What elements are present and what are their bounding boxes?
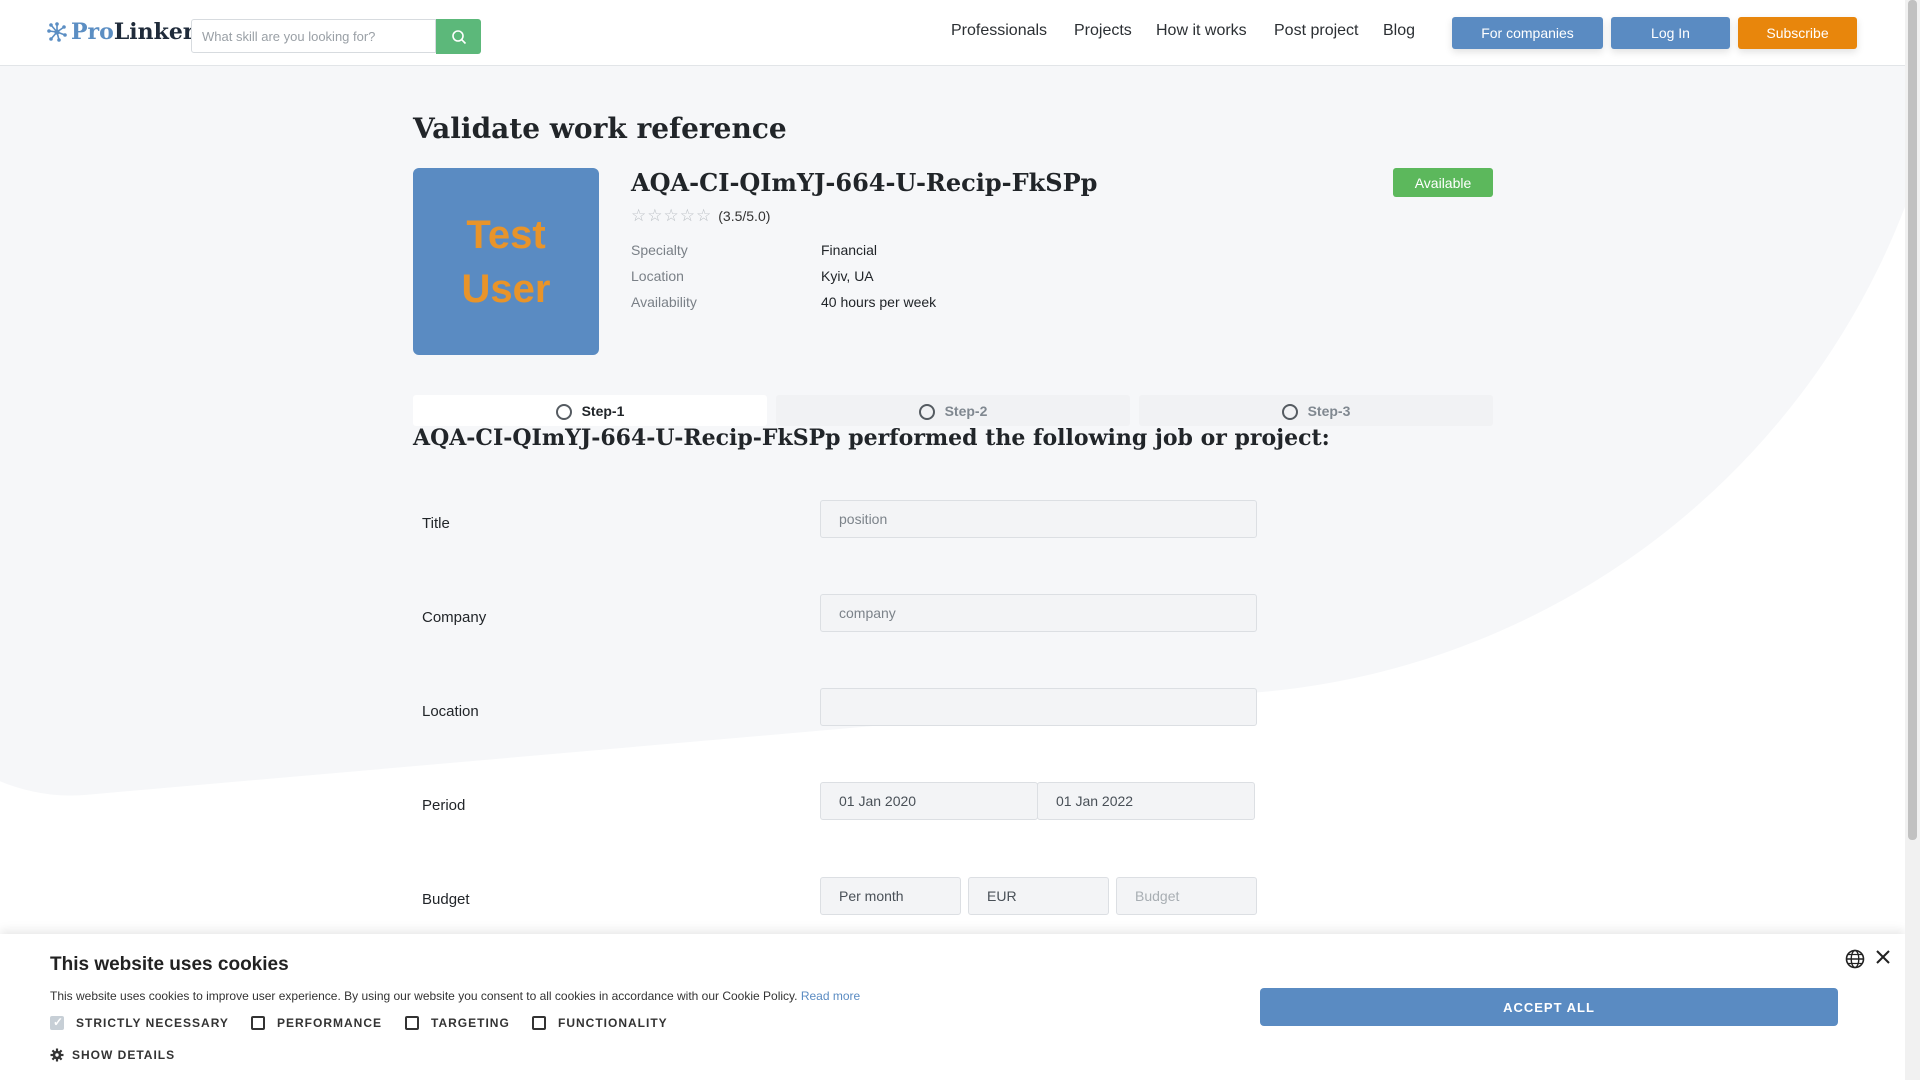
period-field-label: Period <box>422 797 466 814</box>
avatar: Test User <box>413 168 599 355</box>
skill-search-input[interactable] <box>191 19 436 53</box>
cookie-text: This website uses cookies to improve use… <box>50 989 860 1003</box>
radio-circle-icon <box>918 404 935 420</box>
cookie-option-functionality[interactable]: FUNCTIONALITY <box>532 1016 668 1030</box>
location-label: Location <box>631 268 684 284</box>
checkbox <box>251 1016 265 1030</box>
avatar-text-line-2: User <box>461 266 551 311</box>
star-icon: ☆ <box>679 206 695 225</box>
cookie-description: This website uses cookies to improve use… <box>50 989 798 1003</box>
tab-step-3[interactable]: Step-3 <box>1139 395 1493 426</box>
globe-icon[interactable] <box>1845 949 1865 969</box>
nav-blog[interactable]: Blog <box>1383 22 1415 40</box>
login-button[interactable]: Log In <box>1611 17 1730 49</box>
form-heading: AQA-CI-QImYJ-664-U-Recip-FkSPp performed… <box>413 425 1330 451</box>
budget-field-label: Budget <box>422 891 470 908</box>
location-field-label: Location <box>422 703 479 720</box>
radio-circle-icon <box>1281 404 1298 420</box>
tab-step-2-label: Step-2 <box>944 402 988 419</box>
search-button[interactable] <box>436 19 481 54</box>
availability-label: Availability <box>631 294 697 310</box>
status-badge: Available <box>1393 168 1493 197</box>
subscribe-button[interactable]: Subscribe <box>1738 17 1857 49</box>
tab-step-2[interactable]: Step-2 <box>776 395 1130 426</box>
close-icon[interactable] <box>1876 950 1890 964</box>
checkbox <box>532 1016 546 1030</box>
show-details-toggle[interactable]: SHOW DETAILS <box>50 1048 175 1062</box>
star-icon: ☆ <box>663 206 679 225</box>
cookie-option-label: TARGETING <box>431 1016 510 1030</box>
title-field-label: Title <box>422 515 450 532</box>
nav-projects[interactable]: Projects <box>1074 22 1132 40</box>
checkbox <box>405 1016 419 1030</box>
tab-step-1[interactable]: Step-1 <box>413 395 767 426</box>
scrollbar-thumb[interactable] <box>1908 0 1917 840</box>
period-from-input[interactable] <box>820 782 1038 820</box>
tab-step-3-label: Step-3 <box>1307 402 1351 419</box>
budget-period-select[interactable] <box>820 877 961 915</box>
specialty-label: Specialty <box>631 242 688 258</box>
prolinker-logo[interactable]: ProLinker <box>46 19 194 45</box>
cookie-option-label: STRICTLY NECESSARY <box>76 1016 229 1030</box>
star-icon: ☆ <box>696 206 712 225</box>
nav-post-project[interactable]: Post project <box>1274 22 1358 40</box>
star-icon: ☆ <box>631 206 647 225</box>
cookie-option-label: PERFORMANCE <box>277 1016 383 1030</box>
read-more-link[interactable]: Read more <box>801 989 860 1003</box>
tab-step-1-label: Step-1 <box>581 402 625 419</box>
page-title: Validate work reference <box>413 112 787 145</box>
radio-circle-icon <box>555 404 572 420</box>
network-logo-icon <box>47 22 67 42</box>
avatar-text-line-1: Test <box>466 212 546 257</box>
rating-stars: ☆ ☆ ☆ ☆ ☆ (3.5/5.0) <box>631 206 770 226</box>
period-to-input[interactable] <box>1037 782 1255 820</box>
professional-name: AQA-CI-QImYJ-664-U-Recip-FkSPp <box>631 168 1098 197</box>
cookie-title: This website uses cookies <box>50 954 289 975</box>
company-input[interactable] <box>820 594 1257 632</box>
gear-icon <box>50 1048 64 1062</box>
accept-all-button[interactable]: ACCEPT ALL <box>1260 988 1838 1026</box>
cookie-banner: This website uses cookies This website u… <box>0 934 1905 1080</box>
page-scrollbar[interactable] <box>1905 0 1920 1080</box>
title-input[interactable] <box>820 500 1257 538</box>
logo-text-linker: Linker <box>113 19 195 45</box>
search-icon <box>451 29 466 44</box>
budget-currency-select[interactable] <box>968 877 1109 915</box>
rating-text: (3.5/5.0) <box>718 208 771 224</box>
checkbox-checked <box>50 1015 64 1030</box>
show-details-label: SHOW DETAILS <box>72 1048 176 1062</box>
budget-amount-input[interactable] <box>1116 877 1257 915</box>
nav-how-it-works[interactable]: How it works <box>1156 22 1247 40</box>
for-companies-button[interactable]: For companies <box>1452 17 1603 49</box>
site-header: ProLinker Professionals Projects How it … <box>0 0 1905 66</box>
specialty-value: Financial <box>821 242 878 258</box>
cookie-option-strictly-necessary[interactable]: STRICTLY NECESSARY <box>50 1015 229 1030</box>
cookie-option-performance[interactable]: PERFORMANCE <box>251 1016 382 1030</box>
nav-professionals[interactable]: Professionals <box>951 22 1047 40</box>
logo-text-pro: Pro <box>71 19 114 45</box>
company-field-label: Company <box>422 609 487 626</box>
star-icon: ☆ <box>647 206 663 225</box>
cookie-option-targeting[interactable]: TARGETING <box>405 1016 510 1030</box>
availability-value: 40 hours per week <box>821 294 937 310</box>
location-value: Kyiv, UA <box>821 268 874 284</box>
location-input[interactable] <box>820 688 1257 726</box>
cookie-option-label: FUNCTIONALITY <box>558 1016 668 1030</box>
